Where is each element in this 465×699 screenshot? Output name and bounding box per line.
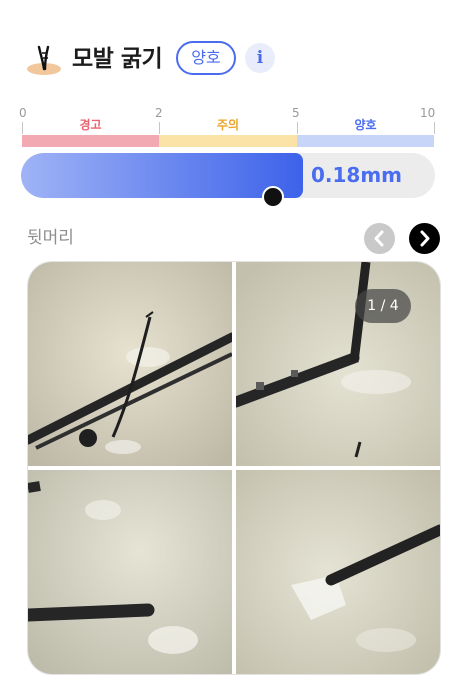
scale-divider bbox=[434, 122, 435, 134]
zone-label-good: 양호 bbox=[354, 118, 377, 132]
hair-photo-1[interactable] bbox=[28, 262, 232, 466]
gauge-fill bbox=[21, 153, 303, 198]
hair-strand-icon bbox=[24, 44, 64, 76]
info-icon[interactable]: i bbox=[245, 43, 275, 73]
hair-photo-4[interactable] bbox=[236, 470, 440, 674]
prev-button[interactable] bbox=[364, 223, 395, 254]
zone-label-caution: 주의 bbox=[216, 118, 240, 132]
hair-photo-2[interactable] bbox=[236, 262, 440, 466]
hair-photo-grid[interactable] bbox=[28, 262, 440, 674]
zone-bar-warning bbox=[22, 135, 159, 147]
page-counter: 1 / 4 bbox=[355, 289, 411, 323]
chevron-right-icon bbox=[420, 230, 430, 247]
status-badge: 양호 bbox=[176, 41, 236, 75]
gauge-marker bbox=[262, 186, 284, 208]
scalp-location-label: 뒷머리 bbox=[27, 228, 74, 248]
next-button[interactable] bbox=[409, 223, 440, 254]
chevron-left-icon bbox=[374, 230, 384, 247]
gauge-value: 0.18mm bbox=[311, 163, 403, 187]
zone-label-warning: 경고 bbox=[79, 118, 102, 132]
zone-bar-caution bbox=[159, 135, 297, 147]
zone-bar-good bbox=[297, 135, 434, 147]
hair-photo-3[interactable] bbox=[28, 470, 232, 674]
page-title: 모발 굵기 bbox=[72, 46, 163, 72]
